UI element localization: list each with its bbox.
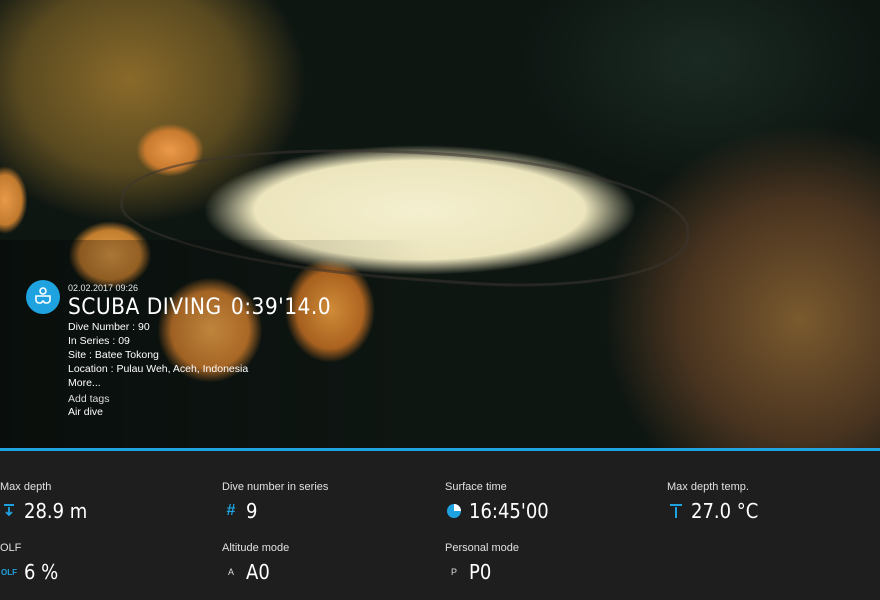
stat-value: P0 bbox=[469, 560, 492, 584]
dive-photo: 02.02.2017 09:26 SCUBA DIVING 0:39'14.0 D… bbox=[0, 0, 880, 448]
stat-label: Max depth temp. bbox=[667, 481, 749, 493]
stat-value: A0 bbox=[246, 560, 270, 584]
stat-value: 6 % bbox=[24, 560, 59, 584]
stat-dive-number-in-series: Dive number in series # 9 bbox=[222, 481, 328, 523]
stat-value: 9 bbox=[246, 499, 258, 523]
dive-number: Dive Number : 90 bbox=[68, 321, 150, 333]
olf-icon: OLF bbox=[1, 567, 17, 577]
stat-olf: OLF OLF 6 % bbox=[0, 542, 62, 584]
stat-value: 16:45'00 bbox=[469, 499, 549, 523]
more-link[interactable]: More... bbox=[68, 377, 354, 389]
clock-pie-icon bbox=[445, 501, 463, 521]
dive-site: Site : Batee Tokong bbox=[68, 349, 159, 361]
stat-value: 27.0 °C bbox=[691, 499, 759, 523]
dive-date: 02.02.2017 09:26 bbox=[68, 283, 139, 293]
dive-location: Location : Pulau Weh, Aceh, Indonesia bbox=[68, 363, 249, 375]
stat-label: Surface time bbox=[445, 481, 507, 493]
dive-title: SCUBA DIVING 0:39'14.0 bbox=[68, 295, 331, 320]
dive-in-series: In Series : 09 bbox=[68, 335, 130, 347]
stat-surface-time: Surface time 16:45'00 bbox=[445, 481, 558, 523]
altitude-letter-icon: A bbox=[227, 567, 234, 577]
stats-panel: Max depth 28.9 m Dive number in series #… bbox=[0, 451, 880, 600]
stat-altitude-mode: Altitude mode A A0 bbox=[222, 542, 289, 584]
thermometer-depth-icon bbox=[667, 501, 685, 521]
add-tags-link[interactable]: Add tags bbox=[68, 393, 354, 405]
stat-label: Max depth bbox=[0, 481, 52, 493]
scuba-diving-icon bbox=[26, 280, 60, 314]
stat-label: Personal mode bbox=[445, 542, 519, 554]
dive-info: 02.02.2017 09:26 SCUBA DIVING 0:39'14.0 D… bbox=[68, 283, 354, 418]
stat-max-depth: Max depth 28.9 m bbox=[0, 481, 94, 523]
stat-label: Dive number in series bbox=[222, 481, 329, 493]
stat-personal-mode: Personal mode P P0 bbox=[445, 542, 519, 584]
depth-arrow-icon bbox=[0, 501, 18, 521]
stat-max-depth-temp: Max depth temp. 27.0 °C bbox=[667, 481, 766, 523]
personal-letter-icon: P bbox=[450, 567, 457, 577]
hash-icon: # bbox=[226, 502, 236, 519]
stat-label: OLF bbox=[0, 542, 22, 554]
stat-label: Altitude mode bbox=[222, 542, 290, 554]
stat-value: 28.9 m bbox=[24, 499, 88, 523]
dive-tag: Air dive bbox=[68, 406, 104, 418]
dive-type: SCUBA DIVING bbox=[68, 295, 222, 320]
dive-duration: 0:39'14.0 bbox=[230, 295, 332, 320]
